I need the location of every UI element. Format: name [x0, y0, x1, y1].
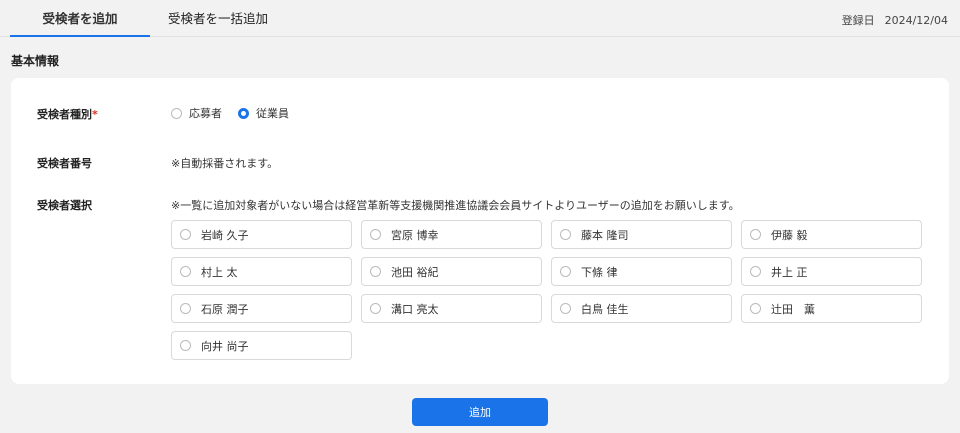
add-button[interactable]: 追加	[412, 398, 548, 426]
section-title: 基本情報	[11, 54, 60, 68]
radio-employee-icon[interactable]	[238, 107, 249, 119]
candidate-option[interactable]: 岩崎 久子	[171, 220, 352, 249]
basic-info-card: 受検者種別* 応募者 従業員 受検者番号 ※自動採番されます。 受検者選択 ※一…	[11, 78, 949, 384]
required-mark: *	[92, 108, 98, 121]
candidate-name: 向井 尚子	[201, 339, 249, 353]
examinee-type-label: 受検者種別*	[37, 106, 98, 122]
candidate-name: 辻田 薫	[771, 302, 815, 316]
radio-icon[interactable]	[370, 266, 381, 277]
examinee-selection-label: 受検者選択	[37, 199, 92, 212]
candidate-option[interactable]: 伊藤 毅	[741, 220, 922, 249]
radio-applicant-icon[interactable]	[171, 107, 182, 119]
examinee-number-value: ※自動採番されます。	[171, 157, 279, 170]
radio-icon[interactable]	[560, 303, 571, 314]
radio-applicant[interactable]: 応募者	[171, 105, 222, 121]
radio-icon[interactable]	[750, 229, 761, 240]
candidate-option[interactable]: 藤本 隆司	[551, 220, 732, 249]
registration-date-value: 2024/12/04	[884, 14, 948, 27]
candidate-option[interactable]: 白鳥 佳生	[551, 294, 732, 323]
candidate-name: 宮原 博幸	[391, 228, 439, 242]
candidate-name: 岩崎 久子	[201, 228, 249, 242]
tab-add-examinee[interactable]: 受検者を追加	[10, 0, 150, 37]
candidate-name: 白鳥 佳生	[581, 302, 629, 316]
candidate-option[interactable]: 下條 律	[551, 257, 732, 286]
registration-date-label: 登録日	[841, 14, 875, 27]
candidate-name: 村上 太	[201, 265, 238, 279]
candidate-grid: 岩崎 久子 宮原 博幸 藤本 隆司 伊藤 毅 村上 太 池田 裕紀 下條 律 井…	[171, 220, 922, 360]
candidate-name: 池田 裕紀	[391, 265, 439, 279]
candidate-name: 伊藤 毅	[771, 228, 808, 242]
radio-employee-label: 従業員	[256, 107, 289, 120]
radio-icon[interactable]	[750, 303, 761, 314]
radio-icon[interactable]	[180, 229, 191, 240]
radio-icon[interactable]	[180, 303, 191, 314]
radio-icon[interactable]	[180, 340, 191, 351]
examinee-type-radio-group: 応募者 従業員	[171, 105, 305, 121]
radio-employee[interactable]: 従業員	[238, 105, 289, 121]
candidate-name: 藤本 隆司	[581, 228, 629, 242]
candidate-option[interactable]: 池田 裕紀	[361, 257, 542, 286]
radio-icon[interactable]	[560, 229, 571, 240]
examinee-number-label: 受検者番号	[37, 157, 92, 170]
candidate-option[interactable]: 向井 尚子	[171, 331, 352, 360]
tab-bar: 受検者を追加 受検者を一括追加 登録日 2024/12/04	[0, 0, 960, 37]
candidate-name: 井上 正	[771, 265, 808, 279]
candidate-name: 下條 律	[581, 265, 618, 279]
registration-date: 登録日 2024/12/04	[842, 12, 948, 28]
candidate-option[interactable]: 村上 太	[171, 257, 352, 286]
candidate-name: 溝口 亮太	[391, 302, 439, 316]
candidate-name: 石原 潤子	[201, 302, 249, 316]
radio-icon[interactable]	[750, 266, 761, 277]
radio-icon[interactable]	[180, 266, 191, 277]
candidate-option[interactable]: 宮原 博幸	[361, 220, 542, 249]
examinee-type-label-text: 受検者種別	[37, 108, 92, 121]
examinee-selection-note: ※一覧に追加対象者がいない場合は経営革新等支援機関推進協議会会員サイトよりユーザ…	[171, 199, 740, 212]
candidate-option[interactable]: 辻田 薫	[741, 294, 922, 323]
candidate-option[interactable]: 井上 正	[741, 257, 922, 286]
radio-icon[interactable]	[370, 229, 381, 240]
radio-icon[interactable]	[560, 266, 571, 277]
tab-bulk-add-examinee[interactable]: 受検者を一括追加	[150, 0, 286, 37]
radio-applicant-label: 応募者	[189, 107, 222, 120]
candidate-option[interactable]: 石原 潤子	[171, 294, 352, 323]
candidate-option[interactable]: 溝口 亮太	[361, 294, 542, 323]
radio-icon[interactable]	[370, 303, 381, 314]
